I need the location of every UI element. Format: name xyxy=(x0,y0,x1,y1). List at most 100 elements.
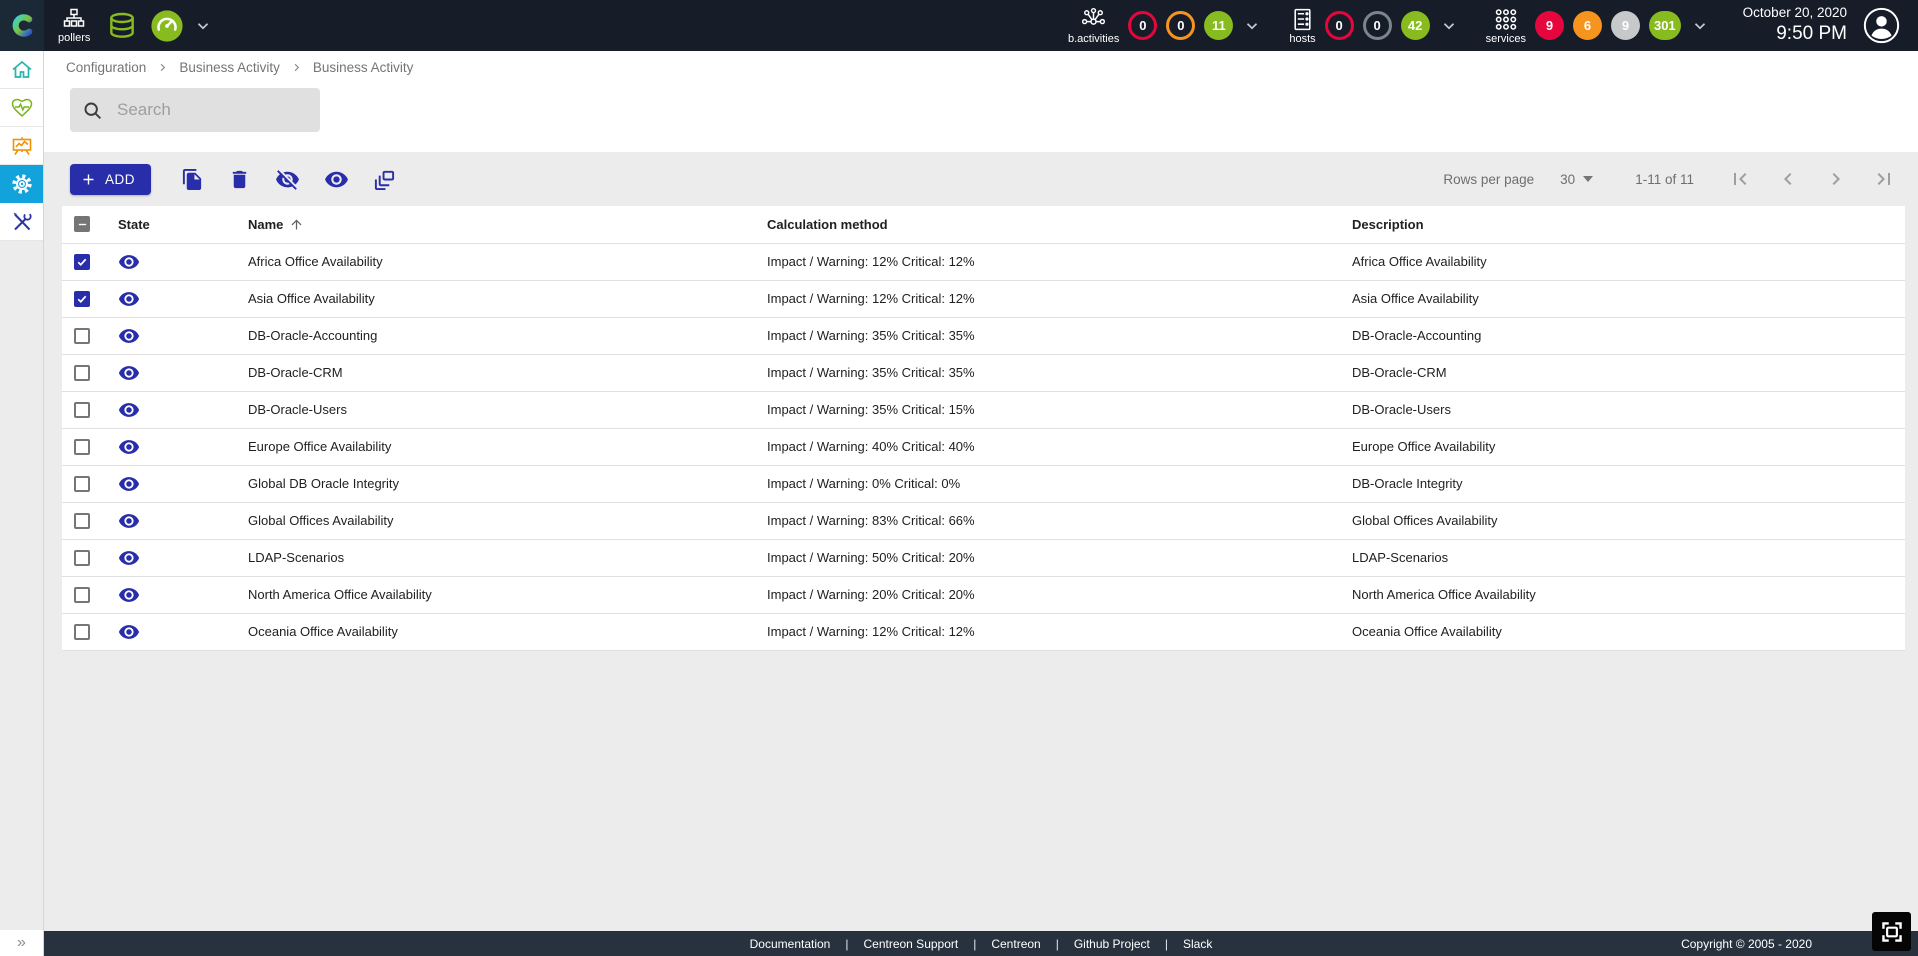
first-page-button[interactable] xyxy=(1728,167,1752,191)
duplicate-button[interactable] xyxy=(181,168,204,191)
next-page-button[interactable] xyxy=(1824,167,1848,191)
sidebar-item-configuration[interactable] xyxy=(0,165,43,203)
row-checkbox[interactable] xyxy=(74,328,90,344)
row-checkbox[interactable] xyxy=(74,476,90,492)
row-description: Oceania Office Availability xyxy=(1346,613,1905,650)
chevron-down-icon[interactable] xyxy=(1691,17,1709,35)
table-row[interactable]: Africa Office Availability Impact / Warn… xyxy=(62,243,1905,280)
search-input[interactable] xyxy=(117,100,297,120)
footer-link[interactable]: Documentation xyxy=(735,937,846,951)
row-checkbox[interactable] xyxy=(74,291,90,307)
status-badge[interactable]: 11 xyxy=(1204,11,1233,40)
eye-icon xyxy=(118,251,140,273)
status-badge[interactable]: 9 xyxy=(1611,11,1640,40)
table-row[interactable]: LDAP-Scenarios Impact / Warning: 50% Cri… xyxy=(62,539,1905,576)
row-enabled-eye-button[interactable] xyxy=(118,288,140,310)
gauge-icon[interactable] xyxy=(150,9,184,43)
row-enabled-eye-button[interactable] xyxy=(118,362,140,384)
status-badge[interactable]: 6 xyxy=(1573,11,1602,40)
chevron-down-icon[interactable] xyxy=(1440,17,1458,35)
status-badge[interactable]: 301 xyxy=(1649,11,1681,40)
column-header-name[interactable]: Name xyxy=(248,217,761,232)
add-button[interactable]: ADD xyxy=(70,164,151,195)
row-description: DB-Oracle-CRM xyxy=(1346,354,1905,391)
table-row[interactable]: North America Office Availability Impact… xyxy=(62,576,1905,613)
breadcrumb-item[interactable]: Business Activity xyxy=(157,60,280,75)
row-enabled-eye-button[interactable] xyxy=(118,584,140,606)
row-enabled-eye-button[interactable] xyxy=(118,399,140,421)
row-checkbox[interactable] xyxy=(74,365,90,381)
last-page-button[interactable] xyxy=(1872,167,1896,191)
row-enabled-eye-button[interactable] xyxy=(118,621,140,643)
user-avatar-icon[interactable] xyxy=(1863,7,1900,44)
row-checkbox[interactable] xyxy=(74,513,90,529)
status-badge[interactable]: 0 xyxy=(1363,11,1392,40)
database-icon[interactable] xyxy=(106,10,138,42)
breadcrumb-item[interactable]: Business Activity xyxy=(291,60,414,75)
row-calculation-method: Impact / Warning: 12% Critical: 12% xyxy=(761,613,1346,650)
row-enabled-eye-button[interactable] xyxy=(118,473,140,495)
table-row[interactable]: Global Offices Availability Impact / War… xyxy=(62,502,1905,539)
row-enabled-eye-button[interactable] xyxy=(118,251,140,273)
rows-per-page-select[interactable]: 30 xyxy=(1560,172,1593,187)
table-row[interactable]: Asia Office Availability Impact / Warnin… xyxy=(62,280,1905,317)
table-row[interactable]: Oceania Office Availability Impact / War… xyxy=(62,613,1905,650)
row-enabled-eye-button[interactable] xyxy=(118,325,140,347)
row-calculation-method: Impact / Warning: 35% Critical: 35% xyxy=(761,317,1346,354)
row-checkbox[interactable] xyxy=(74,402,90,418)
column-header-calculation-method: Calculation method xyxy=(761,206,1346,243)
fullscreen-button[interactable] xyxy=(1872,912,1911,951)
row-description: Africa Office Availability xyxy=(1346,243,1905,280)
sidebar-item-monitoring[interactable] xyxy=(0,89,43,127)
status-badge[interactable]: 0 xyxy=(1166,11,1195,40)
configuration-gear-icon xyxy=(9,171,35,197)
top-header: pollers xyxy=(0,0,1918,51)
footer-link[interactable]: Centreon xyxy=(976,937,1055,951)
services-menu[interactable]: services xyxy=(1486,7,1526,45)
sidebar-item-home[interactable] xyxy=(0,51,43,89)
status-badge[interactable]: 0 xyxy=(1325,11,1354,40)
footer-link[interactable]: Github Project xyxy=(1059,937,1165,951)
status-badge[interactable]: 42 xyxy=(1401,11,1430,40)
table-row[interactable]: Global DB Oracle Integrity Impact / Warn… xyxy=(62,465,1905,502)
pollers-menu[interactable]: pollers xyxy=(58,7,90,44)
row-calculation-method: Impact / Warning: 35% Critical: 15% xyxy=(761,391,1346,428)
row-calculation-method: Impact / Warning: 83% Critical: 66% xyxy=(761,502,1346,539)
business-activities-menu[interactable]: b.activities xyxy=(1068,7,1119,45)
sidebar-item-administration[interactable] xyxy=(0,203,43,241)
plus-icon xyxy=(80,171,97,188)
breadcrumb: Configuration Business Activity xyxy=(66,60,1918,75)
hosts-menu[interactable]: hosts xyxy=(1289,7,1315,45)
row-enabled-eye-button[interactable] xyxy=(118,547,140,569)
sidebar-item-reporting[interactable] xyxy=(0,127,43,165)
status-badge[interactable]: 9 xyxy=(1535,11,1564,40)
disable-button[interactable] xyxy=(275,167,300,192)
enable-button[interactable] xyxy=(324,167,349,192)
row-checkbox[interactable] xyxy=(74,624,90,640)
footer-link[interactable]: Centreon Support xyxy=(848,937,973,951)
expand-sidebar-icon: » xyxy=(17,934,26,952)
chevron-down-icon[interactable] xyxy=(194,17,212,35)
row-checkbox[interactable] xyxy=(74,550,90,566)
select-all-checkbox[interactable] xyxy=(74,216,90,232)
row-checkbox[interactable] xyxy=(74,587,90,603)
prev-page-button[interactable] xyxy=(1776,167,1800,191)
mass-change-button[interactable] xyxy=(373,168,396,191)
row-enabled-eye-button[interactable] xyxy=(118,436,140,458)
row-checkbox[interactable] xyxy=(74,439,90,455)
delete-button[interactable] xyxy=(228,168,251,191)
footer-link[interactable]: Slack xyxy=(1168,937,1227,951)
row-calculation-method: Impact / Warning: 40% Critical: 40% xyxy=(761,428,1346,465)
chevron-down-icon[interactable] xyxy=(1243,17,1261,35)
centreon-logo[interactable] xyxy=(0,0,44,51)
status-badge[interactable]: 0 xyxy=(1128,11,1157,40)
row-enabled-eye-button[interactable] xyxy=(118,510,140,532)
row-name: North America Office Availability xyxy=(241,576,761,613)
expand-sidebar-button[interactable]: » xyxy=(0,930,43,956)
table-row[interactable]: Europe Office Availability Impact / Warn… xyxy=(62,428,1905,465)
table-row[interactable]: DB-Oracle-Users Impact / Warning: 35% Cr… xyxy=(62,391,1905,428)
table-row[interactable]: DB-Oracle-CRM Impact / Warning: 35% Crit… xyxy=(62,354,1905,391)
breadcrumb-item[interactable]: Configuration xyxy=(66,60,146,75)
row-checkbox[interactable] xyxy=(74,254,90,270)
table-row[interactable]: DB-Oracle-Accounting Impact / Warning: 3… xyxy=(62,317,1905,354)
